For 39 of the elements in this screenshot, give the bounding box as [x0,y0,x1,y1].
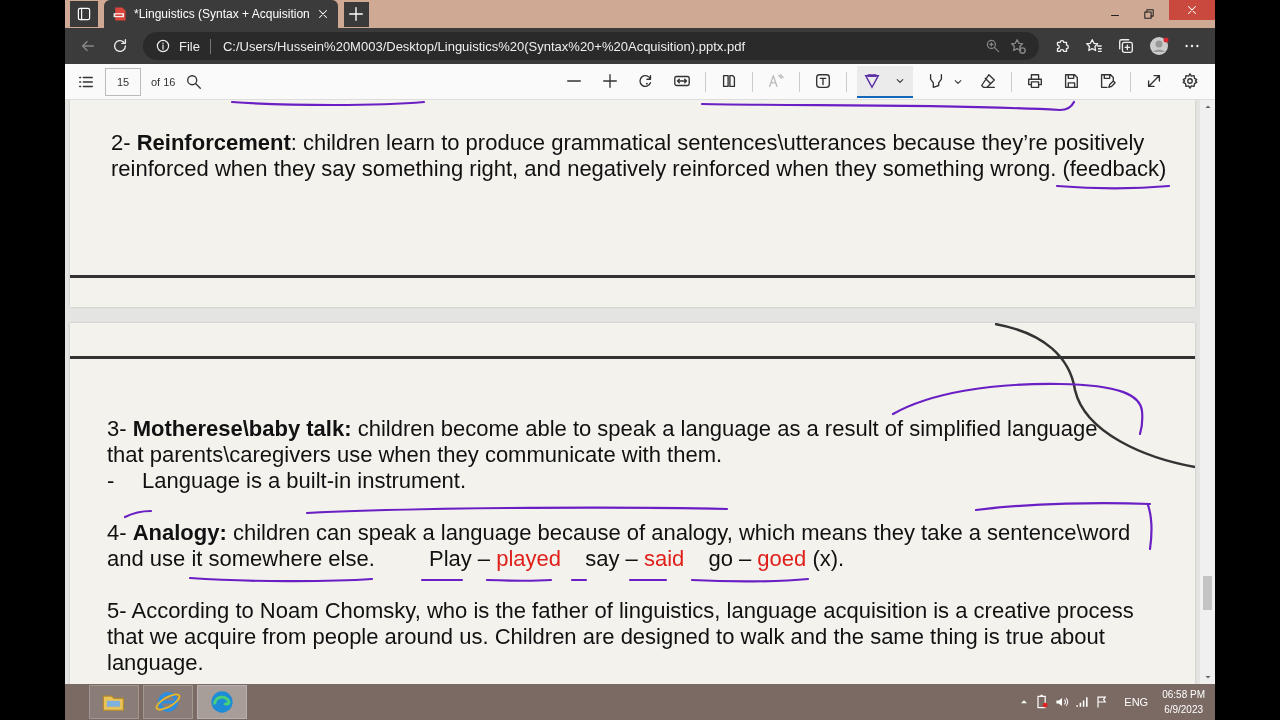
search-icon[interactable] [185,72,204,91]
clock-time[interactable]: 06:58 PM [1162,687,1205,702]
avatar-icon[interactable] [1149,36,1169,56]
page-count: of 16 [151,75,176,88]
pen-stroke [485,577,553,583]
page-number-field[interactable]: 15 [105,67,141,96]
paragraph: 4- Analogy: children can speak a language because of analogy, which means they take a sentence\word and use it somewhere else. Play – played say – said go – goed (x). [107,520,1132,572]
signal-bars-icon[interactable] [1074,694,1091,710]
add-favorite-icon[interactable] [1009,37,1027,55]
paragraph: 2- Reinforcement: children learn to produce grammatical sentences\utterances because they’re positively reinforced when they say something right, and negatively reinforced when they something wrong. (feedback) [111,130,1168,182]
bullet-marker: - [107,468,116,494]
pen-stroke [570,577,588,583]
tab-title: *Linguistics (Syntax + Acquisition [134,7,310,21]
paragraph: 3- Motherese\baby talk: children become able to speak a language as a result of simplified language that parents\caregivers use when they communicate with them. [107,416,1099,468]
browser-swirl-icon [209,689,235,715]
info-icon[interactable] [155,38,171,54]
pen-stroke [420,577,464,583]
pen-tool-button[interactable] [857,65,913,98]
vertical-scrollbar[interactable] [1200,100,1215,684]
url-text: C:/Users/Hussein%20M003/Desktop/Linguistics%20(Syntax%20+%20Acquisition).pptx.pdf [222,38,746,54]
pen-icon [863,71,881,90]
pen-stroke [123,509,153,519]
pen-stroke [628,577,668,583]
refresh-icon[interactable] [111,37,129,55]
scroll-thumb[interactable] [1203,576,1212,610]
browser-tab[interactable]: *Linguistics (Syntax + Acquisition [104,0,338,28]
tab-actions-icon[interactable] [70,1,98,27]
pdf-file-icon [112,6,128,22]
browser-e-icon [155,689,181,715]
collections-icon[interactable] [1117,37,1135,55]
bullet-text: Language is a built-in instrument. [142,468,467,494]
zoom-icon[interactable] [985,38,1001,54]
favorites-icon[interactable] [1085,37,1103,55]
address-field[interactable]: File C:/Users/Hussein%20M003/Desktop/Linguistics%20(Syntax%20+%20Acquisition).pptx.pdf [143,32,1039,60]
file-label: File [179,38,211,54]
clock-date[interactable]: 6/9/2023 [1164,702,1204,717]
paragraph: 5- According to Noam Chomsky, who is the father of linguistics, language acquisition is a creative process that we acquire from people around us. Children are designed to walk and the same thing is true about language. [107,598,1135,676]
language-indicator[interactable]: ENG [1124,696,1149,708]
new-tab-icon[interactable] [343,1,369,27]
